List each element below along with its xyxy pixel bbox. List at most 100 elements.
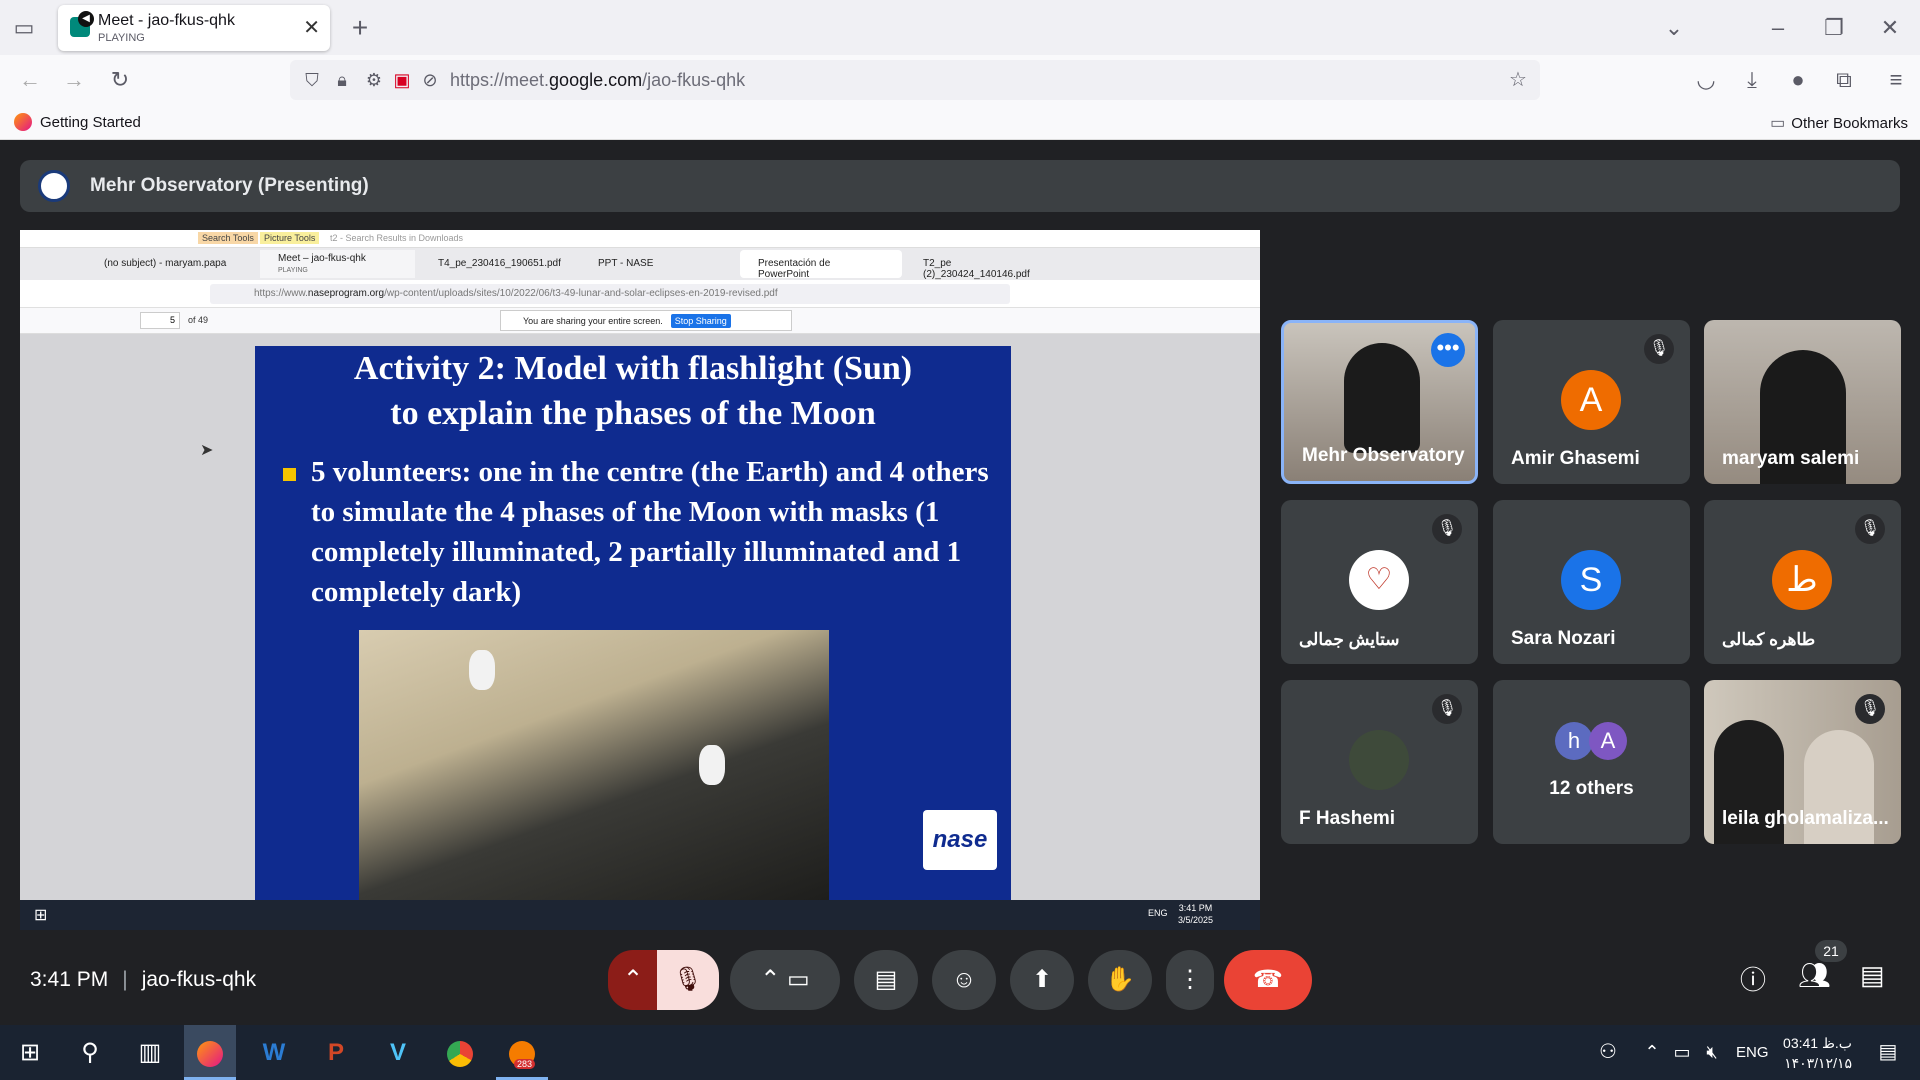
participant-tile-6[interactable]: 🎙︎ F Hashemi bbox=[1281, 680, 1478, 844]
reload-icon[interactable]: ↻ bbox=[102, 62, 138, 98]
emoji-button[interactable]: ☺ bbox=[932, 950, 996, 1010]
windows-taskbar: ⊞ ⚲ ▥ W P V 283 ⚇ ⌃ ▭ 🔇︎ ENG 03:41 ب.ظ ۱۴… bbox=[0, 1025, 1920, 1080]
new-tab-icon[interactable]: + bbox=[342, 10, 378, 46]
list-all-tabs-icon[interactable]: ⌄ bbox=[1656, 10, 1692, 46]
camera-button[interactable]: ⌃ ▭ bbox=[730, 950, 840, 1010]
messenger-icon[interactable] bbox=[496, 1025, 548, 1080]
meeting-info: 3:41 PM | jao-fkus-qhk bbox=[30, 968, 257, 991]
participant-name: leila gholamaliza... bbox=[1722, 808, 1889, 829]
shared-screen[interactable]: Search Tools Picture Tools t2 - Search R… bbox=[20, 230, 1260, 900]
participant-avatar: ط bbox=[1772, 550, 1832, 610]
powerpoint-icon[interactable]: P bbox=[310, 1025, 362, 1080]
downloads-icon[interactable]: ⤓ bbox=[1734, 62, 1770, 98]
chrome-icon[interactable] bbox=[434, 1025, 486, 1080]
url-text[interactable]: https://meet.google.com/jao-fkus-qhk bbox=[450, 70, 745, 91]
inner-url[interactable]: https://www.naseprogram.org/wp-content/u… bbox=[210, 284, 1010, 304]
bookmark-getting-started[interactable]: Getting Started bbox=[14, 113, 141, 131]
audio-options-button[interactable]: ⌃ bbox=[608, 950, 658, 1010]
meeting-time: 3:41 PM bbox=[30, 968, 109, 991]
volume-muted-icon[interactable]: 🔇︎ bbox=[1686, 1025, 1738, 1080]
participant-tile-3[interactable]: 🎙︎ ♡ ستایش جمالی bbox=[1281, 500, 1478, 664]
participant-tile-0[interactable]: ••• Mehr Observatory bbox=[1281, 320, 1478, 484]
participant-avatar: A bbox=[1561, 370, 1621, 430]
speaker-playing-icon[interactable]: ◀ bbox=[78, 11, 94, 27]
participant-name: طاهره کمالی bbox=[1722, 630, 1816, 649]
participant-name: Amir Ghasemi bbox=[1511, 448, 1640, 469]
inner-tab-2[interactable]: T4_pe_230416_190651.pdf bbox=[420, 250, 575, 278]
mic-off-icon: 🎙︎ bbox=[1432, 514, 1462, 544]
presenting-label: Mehr Observatory (Presenting) bbox=[90, 175, 369, 196]
others-avatar: A bbox=[1589, 722, 1627, 760]
info-icon[interactable]: ⓘ bbox=[1740, 960, 1766, 997]
inner-nav-bar: https://www.naseprogram.org/wp-content/u… bbox=[20, 280, 1260, 308]
language-indicator[interactable]: ENG bbox=[1736, 1044, 1769, 1061]
page-of: of 49 bbox=[188, 315, 209, 325]
lock-icon[interactable]: 🔒︎ bbox=[324, 62, 360, 98]
pocket-icon[interactable]: ◡ bbox=[1688, 62, 1724, 98]
chat-icon[interactable]: ▤ bbox=[1860, 960, 1885, 991]
bookmarks-bar: Getting Started ▭ Other Bookmarks bbox=[0, 106, 1920, 140]
search-icon[interactable]: ⚲ bbox=[64, 1025, 116, 1080]
inner-tab-4[interactable]: Presentación de PowerPoint bbox=[740, 250, 902, 280]
participant-tile-1[interactable]: 🎙︎ A Amir Ghasemi bbox=[1493, 320, 1690, 484]
tab-close-icon[interactable]: ✕ bbox=[303, 15, 320, 40]
tab-status: PLAYING bbox=[98, 32, 145, 44]
extensions-icon[interactable]: ⧉ bbox=[1826, 62, 1862, 98]
back-icon[interactable]: ← bbox=[12, 62, 48, 98]
raise-hand-button[interactable]: ✋ bbox=[1088, 950, 1152, 1010]
tab-list-icon[interactable]: ▭ bbox=[6, 10, 42, 46]
inner-tab-0[interactable]: (no subject) - maryam.papa bbox=[96, 250, 251, 278]
mask-icon bbox=[699, 745, 725, 785]
menu-icon[interactable]: ≡ bbox=[1878, 62, 1914, 98]
people-icon[interactable]: 👥︎ bbox=[1798, 960, 1831, 991]
bullet-icon bbox=[283, 468, 296, 481]
restore-icon[interactable]: ❐ bbox=[1816, 10, 1852, 46]
participant-name: Mehr Observatory bbox=[1302, 445, 1465, 466]
participant-tile-8[interactable]: 🎙︎ leila gholamaliza... bbox=[1704, 680, 1901, 844]
v-app-icon[interactable]: V bbox=[372, 1025, 424, 1080]
participant-tile-2[interactable]: maryam salemi bbox=[1704, 320, 1901, 484]
mic-off-icon: 🎙︎ bbox=[1855, 694, 1885, 724]
firefox-taskbar-icon[interactable] bbox=[184, 1025, 236, 1080]
action-center-icon[interactable]: ▤ bbox=[1862, 1025, 1914, 1080]
page-number-input[interactable]: 5 bbox=[140, 312, 180, 329]
minimize-icon[interactable]: – bbox=[1760, 10, 1796, 46]
mic-off-icon: 🎙︎ bbox=[1432, 694, 1462, 724]
participant-name: 12 others bbox=[1549, 778, 1634, 799]
more-options-button[interactable]: ⋮ bbox=[1166, 950, 1214, 1010]
start-icon[interactable]: ⊞ bbox=[4, 1025, 56, 1080]
ribbon-picture-tools: Picture Tools bbox=[260, 232, 320, 244]
word-icon[interactable]: W bbox=[248, 1025, 300, 1080]
mic-blocked-icon[interactable]: ⊘ bbox=[412, 62, 448, 98]
browser-tab-meet[interactable]: ◀ Meet - jao-fkus-qhk PLAYING ✕ bbox=[58, 5, 330, 51]
stop-sharing-button[interactable]: Stop Sharing bbox=[670, 313, 731, 328]
taskbar-clock[interactable]: 03:41 ب.ظ ۱۴۰۳/۱۲/۱۵ bbox=[1772, 1033, 1852, 1073]
presenter-avatar bbox=[38, 170, 70, 202]
task-view-icon[interactable]: ▥ bbox=[124, 1025, 176, 1080]
mouse-cursor-icon: ➤ bbox=[200, 442, 214, 459]
more-options-icon[interactable]: ••• bbox=[1431, 333, 1465, 367]
participant-photo-avatar bbox=[1349, 730, 1409, 790]
account-icon[interactable]: ● bbox=[1780, 62, 1816, 98]
bookmark-star-icon[interactable]: ☆ bbox=[1500, 62, 1536, 98]
inner-tab-5[interactable]: T2_pe (2)_230424_140146.pdf bbox=[905, 250, 1065, 280]
participant-tile-4[interactable]: S Sara Nozari bbox=[1493, 500, 1690, 664]
participant-avatar: S bbox=[1561, 550, 1621, 610]
present-button[interactable]: ⬆ bbox=[1010, 950, 1074, 1010]
others-avatar: h bbox=[1555, 722, 1593, 760]
inner-tab-1[interactable]: Meet – jao-fkus-qhk PLAYING bbox=[260, 250, 415, 278]
participant-tile-5[interactable]: 🎙︎ ط طاهره کمالی bbox=[1704, 500, 1901, 664]
captions-button[interactable]: ▤ bbox=[854, 950, 918, 1010]
forward-icon[interactable]: → bbox=[56, 62, 92, 98]
mask-icon bbox=[469, 650, 495, 690]
participant-tile-7[interactable]: h A 12 others bbox=[1493, 680, 1690, 844]
participant-video bbox=[1344, 343, 1420, 453]
leave-call-button[interactable]: ☎ bbox=[1224, 950, 1312, 1010]
other-bookmarks[interactable]: ▭ Other Bookmarks bbox=[1770, 113, 1908, 133]
mic-off-icon: 🎙︎ bbox=[1855, 514, 1885, 544]
ribbon-search-tools: Search Tools bbox=[198, 232, 258, 244]
inner-tab-3[interactable]: PPT - NASE bbox=[580, 250, 735, 278]
url-bar[interactable]: ⛉ 🔒︎ ⚙ ▣ ⊘ https://meet.google.com/jao-f… bbox=[290, 60, 1540, 100]
close-window-icon[interactable]: ✕ bbox=[1872, 10, 1908, 46]
mic-off-button[interactable]: 🎙︎ bbox=[657, 950, 719, 1010]
